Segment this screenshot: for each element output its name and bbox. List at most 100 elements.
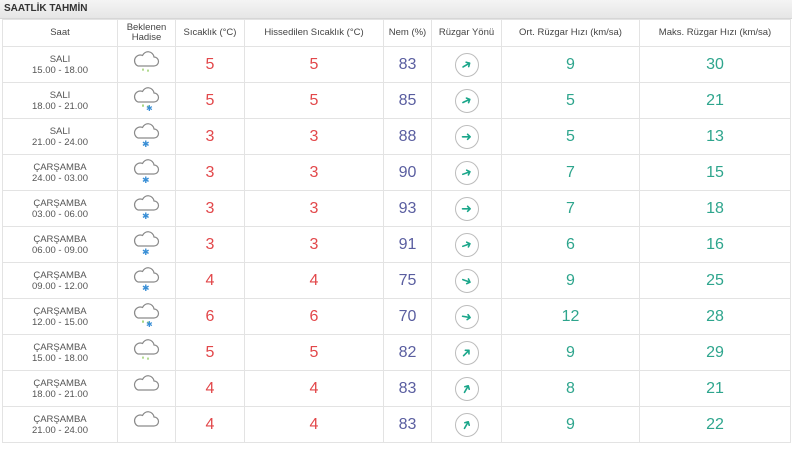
header-wind-average: Ort. Rüzgar Hızı (km/sa) xyxy=(501,19,640,47)
table-body: SALI 15.00 - 18.00 5 5 83 ➜ 9 30 SALI 18… xyxy=(2,46,791,443)
feels-like-value: 4 xyxy=(244,370,384,407)
temperature-value: 5 xyxy=(175,334,245,371)
feels-like-value: 3 xyxy=(244,118,384,155)
wind-average-value: 7 xyxy=(501,154,640,191)
table-row: ÇARŞAMBA 03.00 - 06.00 ✱ 3 3 93 ➜ 7 18 xyxy=(2,190,791,227)
feels-like-value: 4 xyxy=(244,406,384,443)
feels-like-value: 3 xyxy=(244,190,384,227)
event-cell: ✱ xyxy=(117,262,176,299)
wind-average-value: 7 xyxy=(501,190,640,227)
day-label: ÇARŞAMBA xyxy=(33,377,87,389)
wind-max-value: 13 xyxy=(639,118,791,155)
wind-max-value: 29 xyxy=(639,334,791,371)
wind-direction-icon: ➜ xyxy=(454,88,479,113)
wind-average-value: 6 xyxy=(501,226,640,263)
table-row: ÇARŞAMBA 12.00 - 15.00 ✱ 6 6 70 ➜ 12 28 xyxy=(2,298,791,335)
period-label: 24.00 - 03.00 xyxy=(32,172,88,184)
header-humidity: Nem (%) xyxy=(383,19,432,47)
temperature-value: 3 xyxy=(175,154,245,191)
period-label: 18.00 - 21.00 xyxy=(32,100,88,112)
day-label: ÇARŞAMBA xyxy=(33,269,87,281)
wind-direction-cell: ➜ xyxy=(431,370,502,407)
snow-cloud-icon: ✱ xyxy=(131,156,163,189)
temperature-value: 3 xyxy=(175,190,245,227)
wind-max-value: 18 xyxy=(639,190,791,227)
humidity-value: 83 xyxy=(383,370,432,407)
event-cell: ✱ xyxy=(117,82,176,119)
humidity-value: 91 xyxy=(383,226,432,263)
table-row: ÇARŞAMBA 24.00 - 03.00 ✱ 3 3 90 ➜ 7 15 xyxy=(2,154,791,191)
wind-average-value: 12 xyxy=(501,298,640,335)
wind-max-value: 21 xyxy=(639,370,791,407)
day-label: SALI xyxy=(49,89,71,101)
wind-direction-icon: ➜ xyxy=(454,412,479,437)
wind-direction-cell: ➜ xyxy=(431,190,502,227)
period-label: 15.00 - 18.00 xyxy=(32,64,88,76)
snow-cloud-icon: ✱ xyxy=(131,264,163,297)
wind-direction-icon: ➜ xyxy=(454,124,479,149)
time-cell: ÇARŞAMBA 09.00 - 12.00 xyxy=(2,262,118,299)
header-temperature: Sıcaklık (°C) xyxy=(175,19,245,47)
wind-direction-icon: ➜ xyxy=(454,196,479,221)
period-label: 15.00 - 18.00 xyxy=(32,352,88,364)
day-label: ÇARŞAMBA xyxy=(33,341,87,353)
wind-average-value: 9 xyxy=(501,262,640,299)
header-feels-like: Hissedilen Sıcaklık (°C) xyxy=(244,19,384,47)
time-cell: SALI 18.00 - 21.00 xyxy=(2,82,118,119)
cloud-icon xyxy=(131,372,163,405)
snow-cloud-icon: ✱ xyxy=(131,228,163,261)
day-label: ÇARŞAMBA xyxy=(33,413,87,425)
snow-cloud-icon: ✱ xyxy=(131,120,163,153)
wind-max-value: 15 xyxy=(639,154,791,191)
humidity-value: 93 xyxy=(383,190,432,227)
svg-text:✱: ✱ xyxy=(142,212,150,220)
time-cell: SALI 15.00 - 18.00 xyxy=(2,46,118,83)
table-row: ÇARŞAMBA 09.00 - 12.00 ✱ 4 4 75 ➜ 9 25 xyxy=(2,262,791,299)
period-label: 12.00 - 15.00 xyxy=(32,316,88,328)
time-cell: ÇARŞAMBA 12.00 - 15.00 xyxy=(2,298,118,335)
feels-like-value: 3 xyxy=(244,154,384,191)
wind-direction-icon: ➜ xyxy=(454,376,479,401)
table-row: SALI 18.00 - 21.00 ✱ 5 5 85 ➜ 5 21 xyxy=(2,82,791,119)
event-cell: ✱ xyxy=(117,154,176,191)
feels-like-value: 6 xyxy=(244,298,384,335)
wind-average-value: 9 xyxy=(501,334,640,371)
event-cell: ✱ xyxy=(117,298,176,335)
time-cell: SALI 21.00 - 24.00 xyxy=(2,118,118,155)
event-cell xyxy=(117,334,176,371)
period-label: 18.00 - 21.00 xyxy=(32,388,88,400)
wind-direction-icon: ➜ xyxy=(454,52,479,77)
svg-text:✱: ✱ xyxy=(142,140,150,148)
feels-like-value: 5 xyxy=(244,82,384,119)
wind-max-value: 21 xyxy=(639,82,791,119)
day-label: ÇARŞAMBA xyxy=(33,233,87,245)
event-cell: ✱ xyxy=(117,226,176,263)
header-event: Beklenen Hadise xyxy=(117,19,176,47)
wind-direction-icon: ➜ xyxy=(454,304,479,329)
time-cell: ÇARŞAMBA 18.00 - 21.00 xyxy=(2,370,118,407)
temperature-value: 6 xyxy=(175,298,245,335)
temperature-value: 3 xyxy=(175,226,245,263)
feels-like-value: 5 xyxy=(244,46,384,83)
period-label: 06.00 - 09.00 xyxy=(32,244,88,256)
temperature-value: 4 xyxy=(175,370,245,407)
table-row: ÇARŞAMBA 15.00 - 18.00 5 5 82 ➜ 9 29 xyxy=(2,334,791,371)
temperature-value: 5 xyxy=(175,46,245,83)
snow-cloud-icon: ✱ xyxy=(131,192,163,225)
temperature-value: 3 xyxy=(175,118,245,155)
header-wind-max: Maks. Rüzgar Hızı (km/sa) xyxy=(639,19,791,47)
wind-direction-cell: ➜ xyxy=(431,334,502,371)
table-row: ÇARŞAMBA 06.00 - 09.00 ✱ 3 3 91 ➜ 6 16 xyxy=(2,226,791,263)
wind-direction-cell: ➜ xyxy=(431,154,502,191)
wind-average-value: 9 xyxy=(501,46,640,83)
temperature-value: 4 xyxy=(175,406,245,443)
table-row: ÇARŞAMBA 21.00 - 24.00 4 4 83 ➜ 9 22 xyxy=(2,406,791,443)
svg-text:✱: ✱ xyxy=(142,176,150,184)
wind-average-value: 9 xyxy=(501,406,640,443)
wind-direction-icon: ➜ xyxy=(454,160,479,185)
humidity-value: 70 xyxy=(383,298,432,335)
header-wind-direction: Rüzgar Yönü xyxy=(431,19,502,47)
cloud-icon xyxy=(131,408,163,441)
humidity-value: 85 xyxy=(383,82,432,119)
wind-max-value: 28 xyxy=(639,298,791,335)
